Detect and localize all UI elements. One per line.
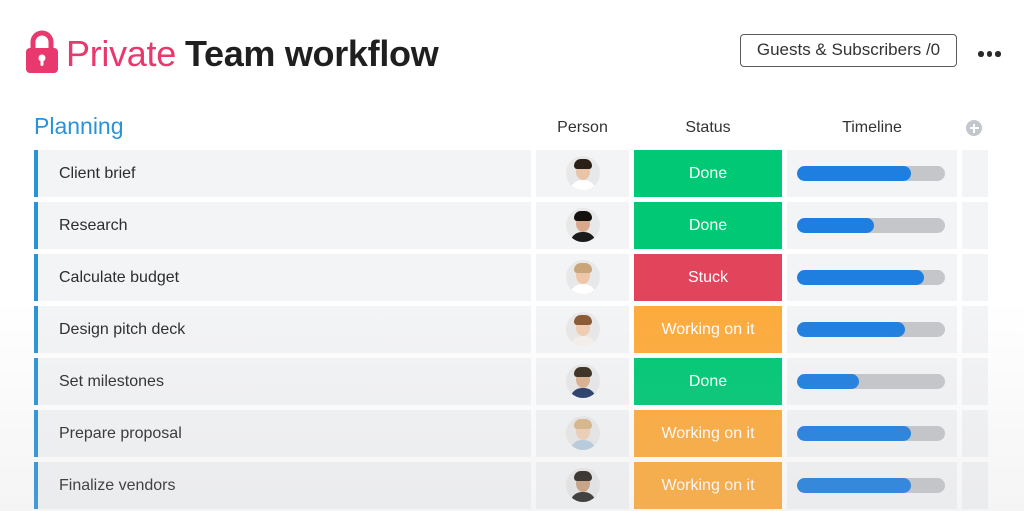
board-title[interactable]: Private Team workflow xyxy=(66,32,439,76)
timeline-bar-fill xyxy=(797,218,874,233)
timeline-bar[interactable] xyxy=(797,322,945,337)
table-row[interactable]: Research Done xyxy=(34,202,988,249)
timeline-bar-fill xyxy=(797,270,925,285)
column-header-person[interactable]: Person xyxy=(540,118,625,138)
status-label[interactable]: Working on it xyxy=(634,462,782,509)
timeline-cell[interactable] xyxy=(787,254,957,301)
avatar-hair xyxy=(574,211,592,221)
table-row[interactable]: Set milestones Done xyxy=(34,358,988,405)
person-cell[interactable] xyxy=(536,150,629,197)
item-name-cell[interactable]: Calculate budget xyxy=(38,254,531,301)
timeline-bar-fill xyxy=(797,374,860,389)
column-header-timeline[interactable]: Timeline xyxy=(787,118,957,138)
table-row[interactable]: Design pitch deck Working on it xyxy=(34,306,988,353)
column-header-status[interactable]: Status xyxy=(634,118,782,138)
timeline-cell[interactable] xyxy=(787,150,957,197)
item-name-cell[interactable]: Finalize vendors xyxy=(38,462,531,509)
board-privacy-label: Private xyxy=(66,33,176,74)
timeline-bar[interactable] xyxy=(797,270,945,285)
table-row[interactable]: Finalize vendors Working on it xyxy=(34,462,988,509)
row-end-cell xyxy=(962,358,988,405)
item-name: Design pitch deck xyxy=(59,321,186,338)
timeline-cell[interactable] xyxy=(787,462,957,509)
status-label[interactable]: Done xyxy=(634,358,782,405)
group-title[interactable]: Planning xyxy=(34,112,124,140)
avatar[interactable] xyxy=(566,468,600,502)
table-row[interactable]: Prepare proposal Working on it xyxy=(34,410,988,457)
timeline-cell[interactable] xyxy=(787,358,957,405)
status-label[interactable]: Working on it xyxy=(634,306,782,353)
avatar-shirt xyxy=(570,180,596,190)
status-label[interactable]: Working on it xyxy=(634,410,782,457)
avatar[interactable] xyxy=(566,208,600,242)
item-name-cell[interactable]: Client brief xyxy=(38,150,531,197)
timeline-cell[interactable] xyxy=(787,306,957,353)
status-label[interactable]: Done xyxy=(634,150,782,197)
item-name-cell[interactable]: Design pitch deck xyxy=(38,306,531,353)
person-cell[interactable] xyxy=(536,410,629,457)
timeline-cell[interactable] xyxy=(787,410,957,457)
item-name: Client brief xyxy=(59,165,136,182)
avatar-shirt xyxy=(570,232,596,242)
avatar[interactable] xyxy=(566,312,600,346)
timeline-bar-fill xyxy=(797,426,911,441)
avatar[interactable] xyxy=(566,156,600,190)
timeline-bar-fill xyxy=(797,322,906,337)
board-name: Team workflow xyxy=(184,33,439,74)
guests-subscribers-button[interactable]: Guests & Subscribers /0 xyxy=(740,34,957,67)
row-end-cell xyxy=(962,306,988,353)
avatar-hair xyxy=(574,263,592,273)
avatar-hair xyxy=(574,367,592,377)
person-cell[interactable] xyxy=(536,462,629,509)
item-name-cell[interactable]: Set milestones xyxy=(38,358,531,405)
person-cell[interactable] xyxy=(536,358,629,405)
timeline-bar[interactable] xyxy=(797,166,945,181)
more-options-icon[interactable] xyxy=(978,48,1004,60)
row-end-cell xyxy=(962,254,988,301)
timeline-bar[interactable] xyxy=(797,478,945,493)
item-name: Research xyxy=(59,217,128,234)
row-end-cell xyxy=(962,410,988,457)
avatar[interactable] xyxy=(566,260,600,294)
timeline-bar-fill xyxy=(797,166,911,181)
item-name: Set milestones xyxy=(59,373,164,390)
person-cell[interactable] xyxy=(536,202,629,249)
status-label[interactable]: Stuck xyxy=(634,254,782,301)
timeline-bar[interactable] xyxy=(797,426,945,441)
item-name-cell[interactable]: Prepare proposal xyxy=(38,410,531,457)
avatar-shirt xyxy=(570,284,596,294)
avatar-shirt xyxy=(570,440,596,450)
board-header: Private Team workflow Guests & Subscriber… xyxy=(0,0,1024,100)
avatar-hair xyxy=(574,159,592,169)
timeline-bar[interactable] xyxy=(797,374,945,389)
table-row[interactable]: Client brief Done xyxy=(34,150,988,197)
avatar-shirt xyxy=(570,388,596,398)
timeline-bar-fill xyxy=(797,478,911,493)
row-end-cell xyxy=(962,150,988,197)
status-label[interactable]: Done xyxy=(634,202,782,249)
avatar-hair xyxy=(574,471,592,481)
avatar[interactable] xyxy=(566,364,600,398)
person-cell[interactable] xyxy=(536,306,629,353)
timeline-bar[interactable] xyxy=(797,218,945,233)
item-name-cell[interactable]: Research xyxy=(38,202,531,249)
row-end-cell xyxy=(962,462,988,509)
person-cell[interactable] xyxy=(536,254,629,301)
lock-icon xyxy=(26,30,58,73)
item-name: Prepare proposal xyxy=(59,425,182,442)
avatar-hair xyxy=(574,419,592,429)
avatar-shirt xyxy=(570,336,596,346)
avatar-shirt xyxy=(570,492,596,502)
timeline-cell[interactable] xyxy=(787,202,957,249)
item-name: Calculate budget xyxy=(59,269,180,286)
add-column-icon[interactable] xyxy=(966,120,982,136)
avatar[interactable] xyxy=(566,416,600,450)
row-end-cell xyxy=(962,202,988,249)
avatar-hair xyxy=(574,315,592,325)
table-row[interactable]: Calculate budget Stuck xyxy=(34,254,988,301)
item-name: Finalize vendors xyxy=(59,477,176,494)
